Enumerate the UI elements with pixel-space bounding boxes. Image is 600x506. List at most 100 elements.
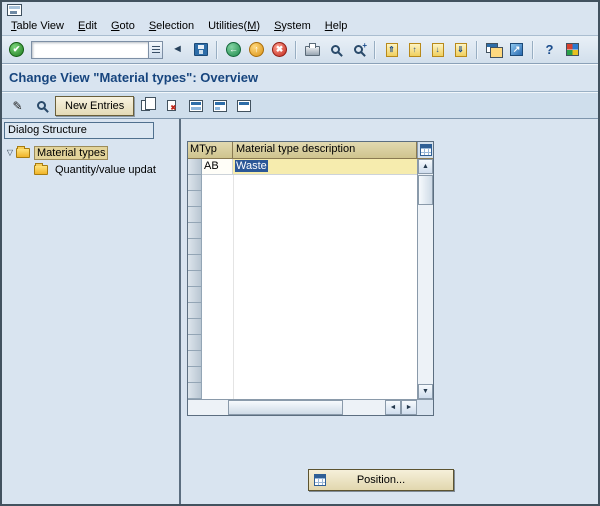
content-area: Dialog Structure ▽ Material types Quanti… xyxy=(2,119,598,504)
last-page-button[interactable]: ⇓ xyxy=(450,39,471,60)
cancel-x-icon: ✖ xyxy=(272,42,287,57)
deselect-all-button[interactable] xyxy=(233,95,254,116)
find-next-button[interactable]: + xyxy=(348,39,369,60)
cell-description[interactable]: Waste xyxy=(233,159,417,175)
command-collapse-button[interactable]: ◄ xyxy=(167,39,188,60)
exit-button[interactable]: ↑ xyxy=(246,39,267,60)
row-marker[interactable] xyxy=(188,319,202,335)
menu-label-part: ystem xyxy=(281,20,311,32)
row-marker[interactable] xyxy=(188,207,202,223)
row-marker[interactable] xyxy=(188,223,202,239)
first-page-button[interactable]: ⇑ xyxy=(381,39,402,60)
select-all-button[interactable] xyxy=(185,95,206,116)
overview-panel: MTyp Material type description AB Waste xyxy=(181,119,598,504)
find-button[interactable] xyxy=(325,39,346,60)
scroll-up-button[interactable]: ▲ xyxy=(418,159,433,174)
customize-layout-button[interactable] xyxy=(562,39,583,60)
horizontal-scroll-track[interactable] xyxy=(188,400,385,415)
table-middle: AB Waste ▲ ▼ xyxy=(188,159,433,399)
magnifier-icon xyxy=(37,101,46,110)
delete-button[interactable]: ✖ xyxy=(161,95,182,116)
row-marker[interactable] xyxy=(188,383,202,399)
next-page-icon: ↓ xyxy=(431,42,444,57)
menu-item-goto[interactable]: Goto xyxy=(104,18,142,34)
tree-item-label: Material types xyxy=(34,145,109,160)
table-row: AB Waste xyxy=(202,159,417,175)
table-header-row: MTyp Material type description xyxy=(188,142,433,159)
back-arrow-icon: ← xyxy=(226,42,241,57)
enter-check-icon: ✔ xyxy=(9,42,24,57)
menu-item-edit[interactable]: Edit xyxy=(71,18,104,34)
new-session-button[interactable] xyxy=(483,39,504,60)
menu-item-help[interactable]: Help xyxy=(318,18,355,34)
save-button[interactable] xyxy=(190,39,211,60)
horizontal-scroll-thumb[interactable] xyxy=(228,400,343,415)
tree-expander-icon[interactable]: ▽ xyxy=(4,148,16,157)
next-page-button[interactable]: ↓ xyxy=(427,39,448,60)
dialog-structure-panel: Dialog Structure ▽ Material types Quanti… xyxy=(2,119,181,504)
tree-item-material-types[interactable]: ▽ Material types xyxy=(4,144,179,161)
select-block-button[interactable] xyxy=(209,95,230,116)
new-entries-button[interactable]: New Entries xyxy=(55,95,135,116)
row-marker[interactable] xyxy=(188,351,202,367)
menu-item-selection[interactable]: Selection xyxy=(142,18,201,34)
save-icon xyxy=(193,43,208,56)
folder-icon xyxy=(34,162,48,175)
vertical-scrollbar[interactable]: ▲ ▼ xyxy=(417,159,433,399)
scroll-left-button[interactable]: ◄ xyxy=(385,400,401,415)
plus-icon: + xyxy=(362,41,367,50)
menu-item-table-view[interactable]: Table View xyxy=(4,18,71,34)
table-settings-button[interactable] xyxy=(417,142,433,158)
scroll-down-button[interactable]: ▼ xyxy=(418,384,433,399)
horizontal-scrollbar[interactable]: ◄ ► xyxy=(188,399,433,415)
previous-page-button[interactable]: ↑ xyxy=(404,39,425,60)
row-marker-column xyxy=(188,159,202,399)
menu-item-system[interactable]: System xyxy=(267,18,318,34)
column-header-description[interactable]: Material type description xyxy=(233,142,417,158)
row-marker[interactable] xyxy=(188,255,202,271)
enter-button[interactable]: ✔ xyxy=(6,39,27,60)
tree-item-quantity-value-update[interactable]: Quantity/value updat xyxy=(4,161,179,178)
delete-x-icon: ✖ xyxy=(170,105,177,112)
menu-label-part: election xyxy=(156,20,195,32)
system-menu-icon[interactable] xyxy=(7,3,22,16)
toolbar-separator xyxy=(532,40,534,59)
standard-toolbar: ✔ ◄ ← ↑ ✖ + ⇑ ↑ ↓ ⇓ ↗ ? xyxy=(2,36,598,64)
command-input[interactable] xyxy=(31,40,149,59)
display-change-toggle-button[interactable]: ✎ xyxy=(7,95,28,116)
cell-mtyp[interactable]: AB xyxy=(202,159,233,175)
toolbar-separator xyxy=(216,40,218,59)
cancel-button[interactable]: ✖ xyxy=(269,39,290,60)
menu-item-utilities[interactable]: Utilities(M) xyxy=(201,18,267,34)
choose-button[interactable] xyxy=(31,95,52,116)
command-dropdown-button[interactable] xyxy=(148,40,163,59)
system-menu-row xyxy=(2,2,598,17)
copy-as-button[interactable] xyxy=(137,95,158,116)
vertical-scroll-thumb[interactable] xyxy=(418,175,433,205)
page-title: Change View "Material types": Overview xyxy=(9,70,259,85)
help-button[interactable]: ? xyxy=(539,39,560,60)
row-marker[interactable] xyxy=(188,239,202,255)
new-session-icon xyxy=(485,42,503,58)
create-shortcut-button[interactable]: ↗ xyxy=(506,39,527,60)
row-marker[interactable] xyxy=(188,191,202,207)
scroll-up-icon: ▲ xyxy=(422,163,429,170)
row-marker[interactable] xyxy=(188,175,202,191)
exit-arrow-icon: ↑ xyxy=(249,42,264,57)
application-toolbar: ✎ New Entries ✖ xyxy=(2,92,598,119)
position-button[interactable]: Position... xyxy=(308,469,454,491)
column-header-mtyp[interactable]: MTyp xyxy=(188,142,233,158)
row-marker[interactable] xyxy=(188,159,202,175)
back-button[interactable]: ← xyxy=(223,39,244,60)
row-marker[interactable] xyxy=(188,271,202,287)
find-icon xyxy=(331,45,340,54)
row-marker[interactable] xyxy=(188,335,202,351)
row-marker[interactable] xyxy=(188,287,202,303)
print-button[interactable] xyxy=(302,39,323,60)
collapse-left-icon: ◄ xyxy=(172,43,183,55)
row-marker[interactable] xyxy=(188,303,202,319)
position-table-icon xyxy=(314,474,326,486)
row-marker[interactable] xyxy=(188,367,202,383)
layout-grid-icon xyxy=(566,43,579,56)
scroll-right-button[interactable]: ► xyxy=(401,400,417,415)
